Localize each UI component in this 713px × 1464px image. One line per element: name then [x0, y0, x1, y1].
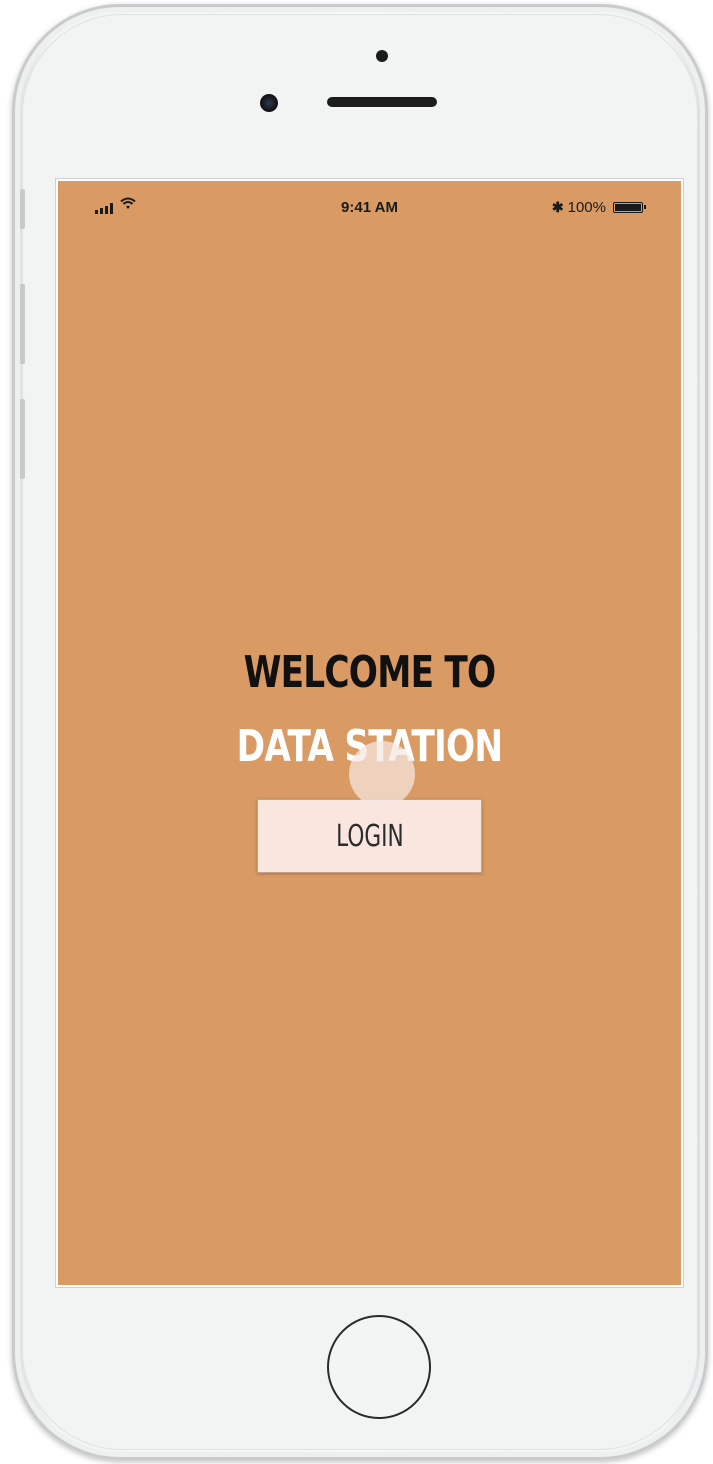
bluetooth-icon: ✱ — [551, 199, 564, 215]
page: 9:41 AM ✱ 100% WELCOME TO DATA STATION L… — [0, 0, 713, 1464]
volume-down-button — [20, 399, 25, 479]
app-screen: 9:41 AM ✱ 100% WELCOME TO DATA STATION L… — [58, 181, 681, 1285]
battery-percent: 100% — [567, 199, 606, 216]
login-button[interactable]: LOGIN — [257, 799, 482, 873]
volume-up-button — [20, 284, 25, 364]
home-button[interactable] — [327, 1315, 431, 1419]
login-button-label: LOGIN — [335, 818, 404, 854]
earpiece-speaker — [327, 97, 437, 107]
touch-indicator — [349, 741, 415, 807]
battery-fill — [615, 204, 641, 211]
status-bar: 9:41 AM ✱ 100% — [58, 181, 681, 237]
welcome-heading: WELCOME TO — [243, 647, 497, 698]
battery-icon — [613, 202, 646, 213]
status-right: ✱ 100% — [551, 199, 646, 216]
mute-switch — [20, 189, 25, 229]
front-camera-icon — [260, 94, 278, 112]
proximity-sensor — [376, 50, 388, 62]
